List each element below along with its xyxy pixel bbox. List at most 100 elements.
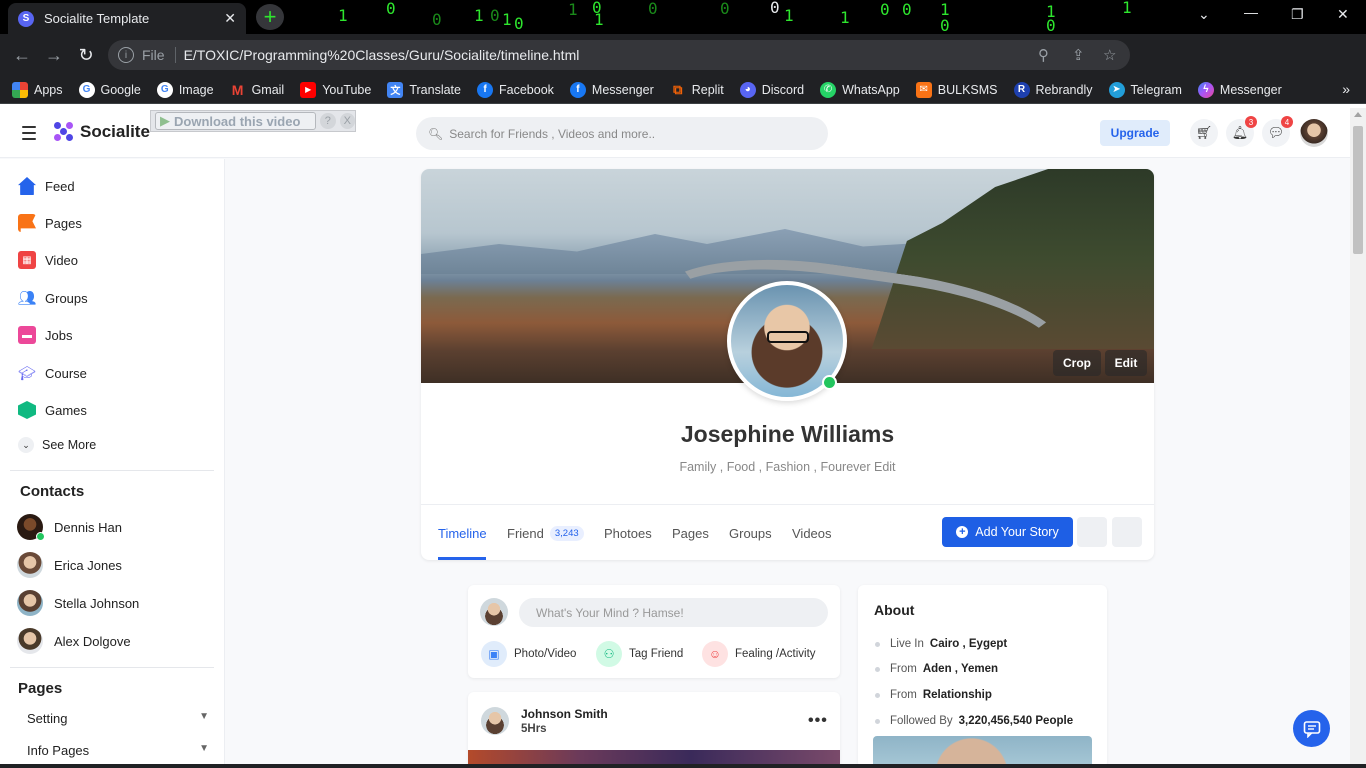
sidebar-item-feed[interactable]: Feed [18,177,75,195]
matrix-glyph: 1 [1122,0,1132,17]
profile-more-button[interactable] [1112,517,1142,547]
sidebar: Feed Pages ▦ Video 👥︎ Groups ▬ Jobs 🎓︎ Cours… [0,159,225,768]
smile-icon: ☺ [702,641,728,667]
feeling-activity-button[interactable]: ☺ Fealing /Activity [702,641,816,667]
socialite-favicon-icon: S [18,10,34,27]
socialite-app: Socialite ▶ Download this video ? X 🔍︎ Se… [0,108,1366,768]
sidebar-item-course[interactable]: 🎓︎ Course [18,364,87,382]
bookmark-discord[interactable]: ◕ Discord [739,81,804,98]
brand-logo[interactable]: Socialite [54,122,150,142]
bookmark-messenger[interactable]: f Messenger [569,81,654,98]
brand-name: Socialite [80,122,150,141]
whats-on-your-mind-input[interactable]: What's Your Mind ? Hamse! [519,598,828,627]
see-more-button[interactable]: ⌄ See More [18,437,96,453]
sidebar-item-pages[interactable]: Pages [18,214,82,232]
bookmark-messenger-2[interactable]: ϟ Messenger [1197,81,1282,98]
matrix-glyph: 0 [880,0,890,19]
tag-friend-button[interactable]: ⚇ Tag Friend [596,641,683,667]
info-icon[interactable]: i [118,47,134,63]
matrix-glyph: 0 [940,16,950,34]
bookmark-gmail[interactable]: M Gmail [230,82,285,98]
tab-photoes[interactable]: Photoes [604,526,652,541]
tab-friend[interactable]: Friend 3,243 [507,526,584,541]
sidebar-item-groups[interactable]: 👥︎ Groups [17,289,87,307]
help-icon[interactable]: ? [320,113,336,129]
notifications-button[interactable]: 🔔︎ 3 [1226,116,1257,147]
share-icon[interactable]: ⇪ [1072,46,1085,64]
post-menu-icon[interactable]: ••• [808,712,828,730]
contact-item[interactable]: Alex Dolgove [17,628,131,654]
scrollbar-thumb[interactable] [1353,126,1363,254]
bookmark-telegram[interactable]: ➤ Telegram [1108,81,1182,98]
post-author[interactable]: Johnson Smith [521,707,608,721]
sidebar-page-info-pages[interactable]: Info Pages ▼ [27,743,209,758]
sidebar-page-setting[interactable]: Setting ▼ [27,711,209,726]
user-avatar[interactable] [1300,119,1328,147]
browser-tab[interactable]: S Socialite Template ✕ [8,3,246,34]
sidebar-item-jobs[interactable]: ▬ Jobs [18,326,72,344]
feed-post: Johnson Smith 5Hrs ••• [468,692,840,768]
close-tab-icon[interactable]: ✕ [224,10,236,27]
bell-icon: 🔔︎ [1231,125,1249,140]
contact-item[interactable]: Dennis Han [17,514,122,541]
download-video-overlay: ▶ Download this video ? X [150,110,356,132]
messages-button[interactable]: 💬︎ 4 [1262,116,1293,147]
matrix-glyph: 1 [940,0,950,19]
matrix-glyph: 0 [648,0,658,18]
facebook-icon: f [477,81,493,98]
contact-item[interactable]: Stella Johnson [17,590,139,616]
bookmark-rebrandly[interactable]: R Rebrandly [1013,81,1093,98]
tab-pages[interactable]: Pages [672,526,709,541]
minimize-window-icon[interactable]: — [1244,4,1258,20]
tab-groups[interactable]: Groups [729,526,772,541]
crop-button[interactable]: Crop [1053,350,1101,376]
contact-item[interactable]: Erica Jones [17,552,122,578]
bookmark-google[interactable]: G Google [78,81,141,98]
zoom-icon[interactable]: ⚲ [1038,46,1049,64]
online-status-indicator [822,375,837,390]
tab-timeline[interactable]: Timeline [438,526,487,541]
url-text[interactable]: E/TOXIC/Programming%20Classes/Guru/Socia… [184,47,580,63]
profile-action-button[interactable] [1077,517,1107,547]
bookmark-image[interactable]: G Image [156,81,214,98]
post-time: 5Hrs [521,723,547,735]
bookmark-apps[interactable]: Apps [12,81,63,98]
bullet-icon [875,718,880,724]
flag-icon [18,214,36,232]
sidebar-item-games[interactable]: Games [18,401,87,419]
scroll-up-arrow-icon[interactable] [1354,112,1362,117]
forward-arrow-icon[interactable]: → [38,45,70,66]
search-input[interactable]: 🔍︎ Search for Friends , Videos and more.… [416,117,828,150]
more-bookmarks-chevron-icon[interactable]: » [1342,81,1350,97]
bookmark-star-icon[interactable]: ☆ [1103,46,1116,64]
chat-fab-button[interactable] [1293,710,1330,747]
hamburger-menu-icon[interactable] [22,126,36,140]
download-video-button[interactable]: ▶ Download this video [155,112,316,130]
add-story-button[interactable]: + Add Your Story [942,517,1073,547]
address-bar[interactable]: i File E/TOXIC/Programming%20Classes/Gur… [108,40,1130,70]
tab-videos[interactable]: Videos [792,526,832,541]
chevron-down-icon: ▼ [199,743,209,754]
edit-cover-button[interactable]: Edit [1105,350,1147,376]
bookmark-translate[interactable]: 文 Translate [387,81,461,98]
film-icon: ▦ [18,251,36,269]
close-overlay-button[interactable]: X [339,113,355,129]
upgrade-button[interactable]: Upgrade [1100,120,1170,146]
photo-video-button[interactable]: ▣ Photo/Video [481,641,576,667]
tab-search-chevron-icon[interactable]: ⌄ [1198,6,1210,23]
cover-mountains [421,229,941,274]
close-window-icon[interactable]: ✕ [1337,6,1349,23]
back-arrow-icon[interactable]: ← [6,45,38,66]
cart-button[interactable]: 🛒︎ [1190,119,1218,147]
sidebar-item-video[interactable]: ▦ Video [18,251,78,269]
avatar [17,590,43,616]
reload-icon[interactable]: ↻ [70,45,102,66]
bookmark-replit[interactable]: ⧉ Replit [670,82,724,98]
bookmark-bulksms[interactable]: ✉ BULKSMS [915,81,998,98]
new-tab-button[interactable]: + [256,4,284,30]
restore-window-icon[interactable]: ❐ [1291,6,1304,23]
bookmark-facebook[interactable]: f Facebook [477,81,554,98]
bookmark-youtube[interactable]: ▶ YouTube [300,81,371,98]
bookmark-whatsapp[interactable]: ✆ WhatsApp [820,81,900,98]
page-scrollbar[interactable] [1350,108,1366,768]
